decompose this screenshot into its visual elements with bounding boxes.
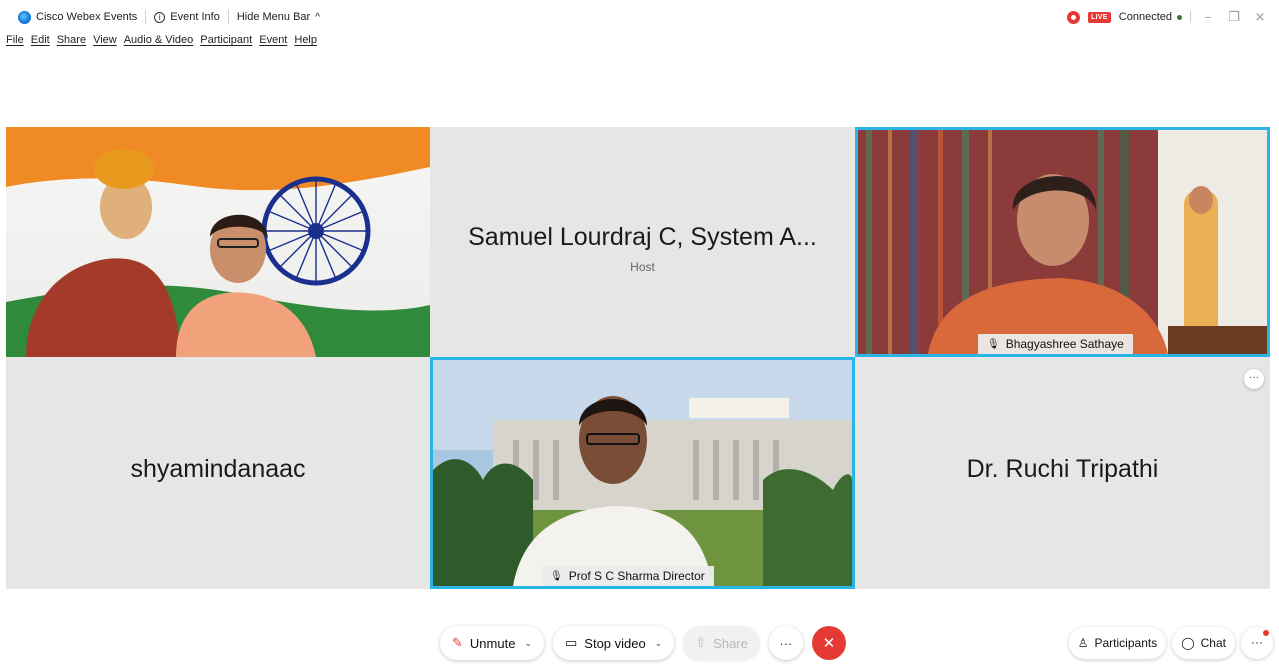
menu-audio-video[interactable]: Audio & Video xyxy=(124,34,194,50)
microphone-icon: 🎙 xyxy=(550,570,563,582)
panel-controls: ♙ Participants ◯ Chat ··· xyxy=(1068,627,1273,659)
participant-name-tag: 🎙 Bhagyashree Sathaye xyxy=(978,334,1133,354)
participants-button[interactable]: ♙ Participants xyxy=(1068,627,1167,659)
participant-video-feed xyxy=(858,130,1267,354)
end-call-button[interactable]: ✕ xyxy=(811,626,846,660)
menu-file[interactable]: File xyxy=(6,34,24,50)
participants-label: Participants xyxy=(1094,636,1158,650)
status-dot-icon xyxy=(1177,14,1182,20)
microphone-muted-icon: ✎ xyxy=(452,635,463,651)
stop-video-label: Stop video xyxy=(584,635,646,651)
share-label: Share xyxy=(713,635,748,651)
video-tile-participant-1[interactable] xyxy=(6,127,430,357)
share-screen-icon: ⇧ xyxy=(695,635,707,651)
participant-name: Bhagyashree Sathaye xyxy=(1005,337,1124,351)
title-bar: Cisco Webex Events i Event Info Hide Men… xyxy=(0,0,1279,34)
participant-video-feed xyxy=(6,127,430,357)
more-options-icon[interactable]: ··· xyxy=(1244,369,1264,389)
event-info-label: Event Info xyxy=(170,11,220,23)
divider xyxy=(1190,11,1191,23)
minimize-icon[interactable]: – xyxy=(1199,10,1217,25)
participants-icon: ♙ xyxy=(1077,636,1089,650)
video-tile-participant-5[interactable]: 🎙 Prof S C Sharma Director xyxy=(430,357,855,589)
host-role-label: Host xyxy=(630,260,655,274)
menu-help[interactable]: Help xyxy=(294,34,317,50)
video-tile-host[interactable]: Samuel Lourdraj C, System A... Host xyxy=(430,127,855,357)
meeting-controls: ✎ Unmute ⌄ ▭ Stop video ⌄ ⇧ Share ··· ✕ xyxy=(440,626,846,660)
more-panels-button[interactable]: ··· xyxy=(1241,627,1273,659)
participant-name: Prof S C Sharma Director xyxy=(568,569,705,583)
chat-label: Chat xyxy=(1200,636,1226,650)
restore-icon[interactable]: ❐ xyxy=(1225,10,1243,25)
participant-video-feed xyxy=(433,360,852,586)
more-options-icon: ··· xyxy=(1251,635,1263,649)
unmute-button[interactable]: ✎ Unmute ⌄ xyxy=(440,626,544,660)
chat-icon: ◯ xyxy=(1181,636,1195,650)
unmute-label: Unmute xyxy=(469,635,516,651)
connection-status[interactable]: Connected xyxy=(1119,11,1182,23)
menu-event[interactable]: Event xyxy=(259,34,287,50)
participant-name: Samuel Lourdraj C, System A... xyxy=(468,223,817,251)
video-tile-participant-3[interactable]: 🎙 Bhagyashree Sathaye xyxy=(855,127,1270,357)
video-camera-icon: ▭ xyxy=(564,635,578,651)
chevron-down-icon[interactable]: ⌄ xyxy=(524,638,532,649)
chevron-up-icon: ^ xyxy=(315,11,320,23)
participant-name: shyamindanaac xyxy=(130,455,306,483)
share-button[interactable]: ⇧ Share xyxy=(683,626,760,660)
app-title: Cisco Webex Events xyxy=(10,10,145,24)
video-tile-participant-4[interactable]: shyamindanaac xyxy=(6,357,430,589)
more-options-button[interactable]: ··· xyxy=(768,626,803,660)
event-info-button[interactable]: i Event Info xyxy=(146,11,228,23)
chat-button[interactable]: ◯ Chat xyxy=(1172,627,1235,659)
close-icon: ✕ xyxy=(822,634,836,652)
microphone-icon: 🎙 xyxy=(987,338,1000,350)
hide-menu-bar-button[interactable]: Hide Menu Bar ^ xyxy=(229,11,328,23)
connection-status-label: Connected xyxy=(1118,11,1172,23)
chevron-down-icon[interactable]: ⌄ xyxy=(655,638,663,649)
stop-video-button[interactable]: ▭ Stop video ⌄ xyxy=(552,626,675,660)
video-tile-participant-6[interactable]: ··· Dr. Ruchi Tripathi xyxy=(855,357,1270,589)
hide-menu-bar-label: Hide Menu Bar xyxy=(236,11,311,23)
participant-name-tag: 🎙 Prof S C Sharma Director xyxy=(541,566,714,586)
participant-name: Dr. Ruchi Tripathi xyxy=(966,455,1159,483)
menu-bar: File Edit Share View Audio & Video Parti… xyxy=(6,34,317,50)
webex-logo-icon xyxy=(18,10,31,24)
video-grid: Samuel Lourdraj C, System A... Host 🎙 Bh… xyxy=(6,127,1270,589)
menu-edit[interactable]: Edit xyxy=(31,34,50,50)
app-name: Cisco Webex Events xyxy=(36,11,138,23)
menu-view[interactable]: View xyxy=(93,34,117,50)
menu-share[interactable]: Share xyxy=(57,34,86,50)
recording-icon[interactable] xyxy=(1067,10,1081,24)
live-badge: LIVE xyxy=(1088,11,1111,23)
close-icon[interactable]: × xyxy=(1251,10,1269,25)
menu-participant[interactable]: Participant xyxy=(200,34,252,50)
more-options-icon: ··· xyxy=(779,635,793,651)
info-icon: i xyxy=(154,11,166,23)
